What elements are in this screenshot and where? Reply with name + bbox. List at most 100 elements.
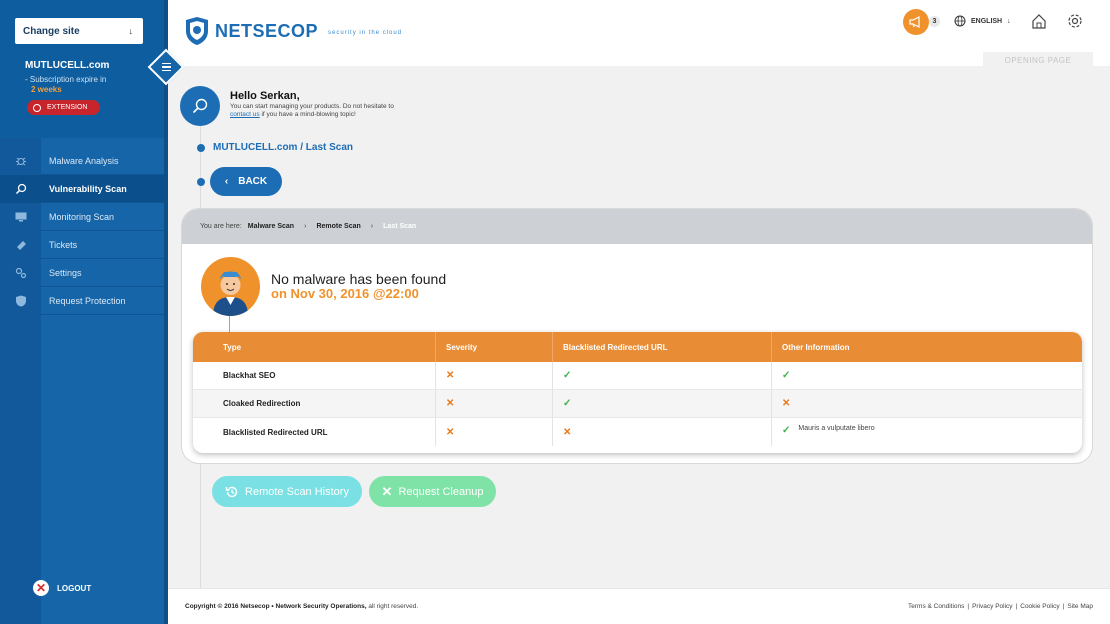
column-header-other: Other Information (771, 332, 1082, 362)
result-title: No malware has been found (271, 271, 447, 287)
table-row: Cloaked Redirection ✕ ✓ ✕ (193, 390, 1082, 418)
home-button[interactable] (1031, 13, 1047, 34)
check-icon: ✓ (782, 425, 791, 436)
cell-other: ✕ (771, 390, 1082, 417)
footer: Copyright © 2016 Netsecop • Network Secu… (168, 588, 1110, 624)
footer-link-terms[interactable]: Terms & Conditions (908, 603, 964, 610)
sidebar-item-vulnerability-scan[interactable]: Vulnerability Scan (0, 174, 164, 203)
column-header-severity: Severity (435, 332, 552, 362)
language-selector[interactable]: ENGLISH ↓ (954, 15, 1011, 27)
avatar (201, 257, 260, 316)
table-row: Blacklisted Redirected URL ✕ ✕ ✓ Mauris … (193, 418, 1082, 446)
cell-type: Cloaked Redirection (223, 399, 301, 408)
greeting-text-2: contact us if you have a mind-blowing to… (230, 111, 356, 118)
shield-icon (0, 286, 41, 315)
footer-separator: | (1015, 603, 1018, 610)
scan-results-table: Type Severity Blacklisted Redirected URL… (193, 332, 1082, 453)
footer-link-sitemap[interactable]: Site Map (1067, 603, 1093, 610)
breadcrumb-prefix: You are here: (200, 223, 242, 230)
breadcrumb-item-malware-scan[interactable]: Malware Scan (248, 223, 294, 230)
sidebar-item-malware-analysis[interactable]: Malware Analysis (0, 146, 164, 175)
check-icon: ✓ (782, 370, 791, 381)
cell-severity: ✕ (435, 362, 552, 389)
sidebar-item-monitoring-scan[interactable]: Monitoring Scan (0, 202, 164, 231)
logout-button[interactable]: ✕ LOGOUT (33, 580, 91, 596)
sidebar-item-label: Malware Analysis (49, 155, 119, 166)
copyright: Copyright © 2016 Netsecop • Network Secu… (185, 603, 418, 610)
sidebar-item-settings[interactable]: Settings (0, 258, 164, 287)
cross-icon: ✕ (446, 398, 455, 409)
gear-icon (1068, 14, 1082, 28)
sidebar-item-label: Monitoring Scan (49, 211, 115, 222)
breadcrumb-item-remote-scan[interactable]: Remote Scan (316, 223, 360, 230)
greeting-text: You can start managing your products. Do… (230, 103, 394, 110)
change-site-dropdown[interactable]: Change site ↓ (15, 18, 143, 44)
back-button[interactable]: ‹ BACK (210, 167, 282, 196)
clock-icon (33, 103, 41, 112)
notifications-button[interactable] (903, 9, 929, 35)
settings-icon (0, 258, 41, 287)
sidebar-item-label: Request Protection (49, 295, 126, 306)
hamburger-icon[interactable] (157, 58, 175, 76)
home-icon (1032, 14, 1046, 29)
sidebar-item-label: Tickets (49, 239, 78, 250)
cell-other: ✓ Mauris a vulputate libero (771, 418, 1082, 446)
brand-logo[interactable]: NETSECOP security in the cloud (185, 16, 402, 46)
sidebar-item-request-protection[interactable]: Request Protection (0, 286, 164, 315)
cross-icon: ✕ (563, 426, 572, 438)
cross-icon: ✕ (782, 398, 791, 409)
close-icon: ✕ (381, 483, 393, 499)
globe-icon (954, 15, 966, 27)
logo-text: NETSECOP (215, 20, 319, 41)
contact-us-link[interactable]: contact us (230, 111, 260, 118)
subscription-remaining: 2 weeks (31, 85, 62, 94)
lion-shield-icon (186, 17, 208, 45)
footer-separator: | (967, 603, 970, 610)
chevron-left-icon: ‹ (224, 176, 229, 187)
greeting-title: Hello Serkan, (230, 90, 300, 102)
breadcrumb-separator: › (370, 223, 374, 230)
opening-page-tab[interactable]: OPENING PAGE (983, 52, 1093, 68)
chevron-down-icon: ↓ (128, 26, 134, 36)
timeline-dot (197, 178, 205, 186)
check-icon: ✓ (563, 370, 572, 381)
notification-count-badge: 3 (929, 16, 940, 27)
remote-scan-history-button[interactable]: Remote Scan History (212, 476, 362, 507)
history-icon (225, 486, 238, 497)
cell-blacklisted: ✓ (552, 362, 771, 389)
cleanup-label: Request Cleanup (398, 485, 484, 498)
column-header-blacklisted: Blacklisted Redirected URL (552, 332, 771, 362)
cell-type: Blackhat SEO (223, 371, 276, 380)
column-header-type: Type (223, 342, 242, 352)
sidebar-nav: Malware Analysis Vulnerability Scan Moni… (0, 146, 164, 315)
extension-label: EXTENSION (47, 104, 88, 111)
agent-avatar-icon (213, 271, 248, 316)
search-icon (192, 98, 208, 114)
request-cleanup-button[interactable]: ✕ Request Cleanup (369, 476, 496, 507)
subscription-text: - Subscription expire in (25, 75, 107, 84)
close-icon: ✕ (33, 580, 49, 596)
cross-icon: ✕ (446, 370, 455, 381)
ticket-icon (0, 230, 41, 259)
cell-type: Blacklisted Redirected URL (223, 427, 328, 437)
footer-link-privacy[interactable]: Privacy Policy (972, 603, 1012, 610)
other-info-text: Mauris a vulputate libero (798, 425, 875, 432)
footer-link-cookie[interactable]: Cookie Policy (1020, 603, 1059, 610)
magnifier-icon (0, 174, 41, 203)
extension-button[interactable]: EXTENSION (27, 100, 100, 115)
cross-icon: ✕ (446, 426, 455, 438)
check-icon: ✓ (563, 398, 572, 409)
greeting-badge (180, 86, 220, 126)
greeting-text-rest: if you have a mind-blowing topic! (259, 111, 356, 118)
copyright-rest: all right reserved. (366, 603, 419, 610)
sidebar-item-tickets[interactable]: Tickets (0, 230, 164, 259)
page-title: MUTLUCELL.com / Last Scan (213, 142, 354, 153)
sidebar-item-label: Settings (49, 267, 82, 278)
breadcrumb-item-last-scan: Last Scan (383, 223, 417, 230)
table-row: Blackhat SEO ✕ ✓ ✓ (193, 362, 1082, 390)
cell-blacklisted: ✓ (552, 390, 771, 417)
history-label: Remote Scan History (245, 485, 349, 498)
table-header: Type Severity Blacklisted Redirected URL… (193, 332, 1082, 362)
settings-button[interactable] (1067, 13, 1083, 34)
footer-links: Terms & Conditions | Privacy Policy | Cook… (908, 603, 1093, 610)
